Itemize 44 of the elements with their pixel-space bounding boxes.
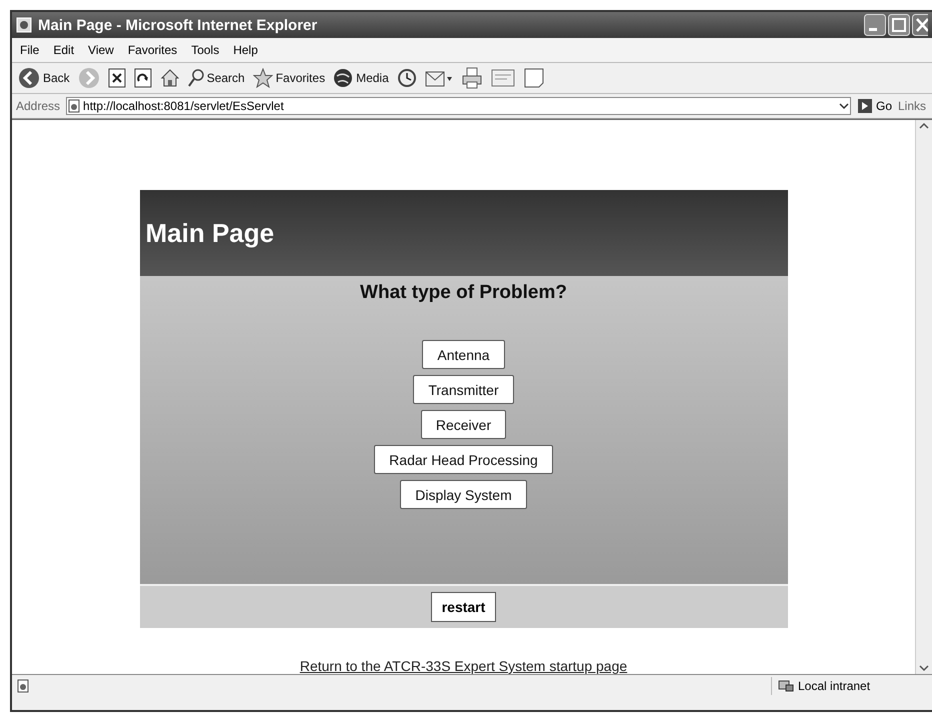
address-label: Address — [16, 99, 60, 113]
menu-item[interactable]: Edit — [53, 43, 74, 57]
close-icon[interactable] — [912, 14, 928, 36]
zone-label: Local intranet — [798, 679, 870, 693]
network-icon — [778, 679, 794, 693]
browser-icon — [16, 17, 32, 33]
links-label[interactable]: Links — [898, 99, 928, 113]
house-icon[interactable] — [160, 68, 180, 88]
problem-option-button[interactable]: Receiver — [420, 410, 506, 439]
menu-item[interactable]: Help — [233, 43, 258, 57]
page-icon — [16, 679, 30, 693]
back-button[interactable]: Back — [18, 67, 70, 89]
startup-page-link[interactable]: Return to the ATCR-33S Expert System startup page — [300, 658, 628, 674]
minimize-icon[interactable] — [864, 14, 886, 36]
menu-item[interactable]: File — [20, 43, 40, 57]
menu-item[interactable]: Favorites — [128, 43, 178, 57]
problem-option-button[interactable]: Radar Head Processing — [374, 445, 553, 474]
stop-icon[interactable] — [108, 68, 126, 88]
page-icon — [66, 97, 82, 115]
globe-icon — [333, 68, 354, 88]
search-icon — [188, 69, 204, 87]
printer-icon[interactable] — [460, 67, 483, 89]
question-heading: What type of Problem? — [360, 282, 567, 304]
media-button[interactable]: Media — [333, 68, 389, 88]
page-header: Main Page — [140, 190, 788, 276]
window-title: Main Page - Microsoft Internet Explorer — [38, 16, 318, 34]
refresh-icon[interactable] — [134, 68, 152, 88]
star-icon — [252, 68, 273, 88]
favorites-button[interactable]: Favorites — [252, 68, 326, 88]
restart-button[interactable]: restart — [430, 592, 496, 622]
address-field[interactable]: http://localhost:8081/servlet/EsServlet — [81, 97, 838, 115]
maximize-icon[interactable] — [888, 14, 910, 36]
dropdown-icon[interactable] — [838, 97, 851, 115]
clock-icon[interactable] — [396, 68, 417, 88]
problem-option-button[interactable]: Display System — [400, 480, 527, 509]
menu-item[interactable]: View — [88, 43, 114, 57]
search-button[interactable]: Search — [188, 69, 245, 87]
document-icon[interactable] — [490, 68, 515, 88]
go-button[interactable]: Go — [856, 98, 892, 114]
menu-item[interactable]: Tools — [191, 43, 220, 57]
problem-option-button[interactable]: Antenna — [422, 340, 505, 369]
scrollbar[interactable] — [915, 120, 932, 674]
note-icon[interactable] — [522, 67, 545, 89]
problem-option-button[interactable]: Transmitter — [413, 375, 514, 404]
